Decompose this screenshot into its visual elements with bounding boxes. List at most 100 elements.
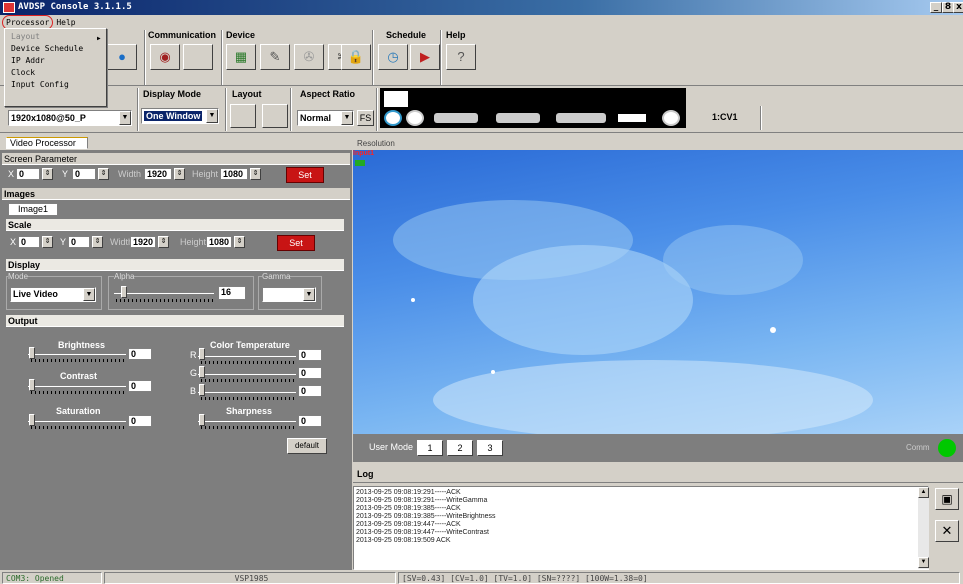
cv2-source-icon[interactable] (406, 110, 424, 126)
spin-icon[interactable]: ⇕ (250, 168, 261, 180)
gamma-select[interactable]: ▼ (262, 287, 316, 302)
log-scrollbar[interactable]: ▲ ▼ (918, 487, 929, 569)
log-textarea[interactable]: 2013-09-25 09:08:19:291-----ACK 2013-09-… (353, 486, 929, 570)
alpha-slider-track[interactable] (114, 292, 214, 294)
brightness-slider-track[interactable] (28, 353, 126, 355)
contrast-slider-track[interactable] (28, 385, 126, 387)
input-overlay-label: Input1 (353, 150, 374, 157)
preview-canvas[interactable]: Input1 (353, 150, 963, 434)
green-slider-track[interactable] (198, 373, 296, 375)
alpha-slider-thumb[interactable] (121, 286, 127, 298)
scroll-up-icon[interactable]: ▲ (918, 487, 929, 498)
spin-icon[interactable]: ⇕ (42, 168, 53, 180)
help-icon[interactable]: ? (446, 44, 476, 70)
chevron-down-icon: ▼ (341, 111, 353, 125)
tab-image1[interactable]: Image1 (8, 203, 58, 216)
grid-icon[interactable]: ▦ (226, 44, 256, 70)
sharpness-slider-thumb[interactable] (199, 414, 205, 426)
contrast-slider-thumb[interactable] (29, 379, 35, 391)
screen-param-header: Screen Parameter (2, 153, 350, 165)
screen-y-input[interactable]: 0 (72, 168, 96, 180)
scale-x-input[interactable]: 0 (18, 236, 40, 248)
mode-select[interactable]: Live Video ▼ (10, 287, 96, 302)
sdi-source-icon[interactable] (662, 110, 680, 126)
menu-item-ip-addr[interactable]: IP Addr (5, 55, 106, 67)
scale-height-input[interactable]: 1080 (206, 236, 232, 248)
user-mode-2-button[interactable]: 2 (447, 440, 473, 456)
menu-item-device-schedule[interactable]: Device Schedule (5, 43, 106, 55)
blue-slider-track[interactable] (198, 391, 296, 393)
spin-icon[interactable]: ⇕ (98, 168, 109, 180)
user-mode-3-button[interactable]: 3 (477, 440, 503, 456)
blue-slider-thumb[interactable] (199, 384, 205, 396)
globe-icon[interactable]: ● (107, 44, 137, 70)
tab-video-processor[interactable]: Video Processor (6, 137, 88, 149)
log-line: 2013-09-25 09:08:19:291-----WriteGamma (356, 497, 488, 504)
tool-icon[interactable]: ✇ (294, 44, 324, 70)
red-slider-track[interactable] (198, 355, 296, 357)
layout-button-2[interactable] (262, 104, 288, 128)
sharpness-slider-track[interactable] (198, 420, 296, 422)
user-mode-label: User Mode (369, 442, 414, 452)
resolution-select[interactable]: 1920x1080@50_P ▼ (8, 110, 132, 126)
close-button[interactable]: x (953, 2, 963, 13)
input-source-strip (380, 88, 686, 128)
default-button[interactable]: default (287, 438, 327, 454)
saturation-slider-track[interactable] (28, 420, 126, 422)
dvi-source-icon[interactable] (556, 113, 606, 123)
save-log-icon[interactable]: ▣ (935, 488, 959, 510)
alpha-value[interactable]: 16 (218, 286, 246, 300)
green-value[interactable]: 0 (298, 367, 322, 379)
user-mode-1-button[interactable]: 1 (417, 440, 443, 456)
spin-icon[interactable]: ⇕ (158, 236, 169, 248)
log-title: Log (357, 469, 374, 479)
vga1-source-icon[interactable] (434, 113, 478, 123)
saturation-slider-thumb[interactable] (29, 414, 35, 426)
contrast-value[interactable]: 0 (128, 380, 152, 392)
aspect-ratio-select[interactable]: Normal ▼ (297, 110, 354, 126)
scale-y-input[interactable]: 0 (68, 236, 90, 248)
disconnect-button[interactable] (183, 44, 213, 70)
spin-icon[interactable]: ⇕ (42, 236, 53, 248)
scroll-down-icon[interactable]: ▼ (918, 557, 929, 568)
brightness-value[interactable]: 0 (128, 348, 152, 360)
menu-item-input-config[interactable]: Input Config (5, 79, 106, 91)
screen-set-button[interactable]: Set (286, 167, 324, 183)
layout-button-1[interactable] (230, 104, 256, 128)
spin-icon[interactable]: ⇕ (92, 236, 103, 248)
cv1-source-icon[interactable] (384, 110, 402, 126)
pen-icon[interactable]: ✎ (260, 44, 290, 70)
red-value[interactable]: 0 (298, 349, 322, 361)
layout-label: Layout (232, 89, 262, 99)
monitor-icon[interactable] (384, 91, 408, 107)
preview-resolution-label: Resolution (353, 137, 963, 150)
red-slider-thumb[interactable] (199, 348, 205, 360)
com-status: COM3: Opened (2, 572, 102, 584)
green-slider-thumb[interactable] (199, 366, 205, 378)
blue-value[interactable]: 0 (298, 385, 322, 397)
scale-set-button[interactable]: Set (277, 235, 315, 251)
group-communication: Communication (148, 30, 217, 40)
spin-icon[interactable]: ⇕ (174, 168, 185, 180)
connect-icon[interactable]: ◉ (150, 44, 180, 70)
menu-item-clock[interactable]: Clock (5, 67, 106, 79)
minimize-button[interactable]: _ (930, 2, 942, 13)
spin-icon[interactable]: ⇕ (234, 236, 245, 248)
brightness-slider-thumb[interactable] (29, 347, 35, 359)
clear-log-icon[interactable]: ✕ (935, 520, 959, 542)
schedule-icon[interactable]: ◷ (378, 44, 408, 70)
play-icon[interactable]: ▶ (410, 44, 440, 70)
screen-height-input[interactable]: 1080 (220, 168, 248, 180)
vga2-source-icon[interactable] (496, 113, 540, 123)
hdmi-source-icon[interactable] (618, 114, 646, 122)
saturation-value[interactable]: 0 (128, 415, 152, 427)
scale-width-input[interactable]: 1920 (130, 236, 156, 248)
menu-item-layout[interactable]: Layout (5, 31, 106, 43)
screen-width-input[interactable]: 1920 (144, 168, 172, 180)
fs-button[interactable]: FS (357, 110, 374, 126)
chevron-down-icon: ▼ (206, 109, 218, 123)
display-mode-select[interactable]: One Window ▼ (141, 108, 219, 124)
sharpness-value[interactable]: 0 (298, 415, 322, 427)
screen-x-input[interactable]: 0 (16, 168, 40, 180)
lock-icon[interactable]: 🔒 (341, 44, 371, 70)
